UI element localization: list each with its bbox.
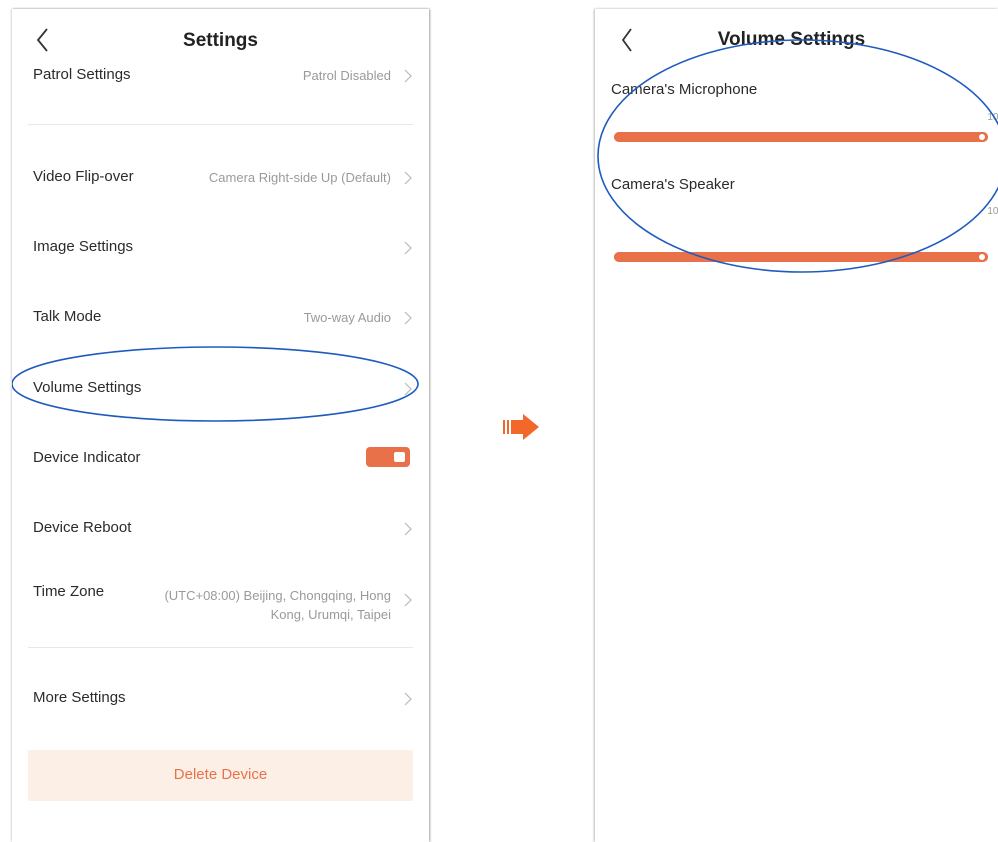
row-talk-mode[interactable]: Talk Mode Two-way Audio: [12, 297, 429, 337]
slider-fill: [614, 132, 988, 142]
delete-device-label: Delete Device: [173, 766, 268, 783]
chevron-right-icon: [404, 171, 412, 185]
row-device-indicator: Device Indicator: [12, 437, 429, 477]
chevron-right-icon: [404, 311, 412, 325]
microphone-volume-slider[interactable]: [614, 132, 988, 142]
row-label: Volume Settings: [33, 379, 142, 396]
chevron-right-icon: [404, 692, 412, 706]
chevron-right-icon: [404, 522, 412, 536]
chevron-right-icon: [404, 69, 412, 83]
chevron-right-icon: [404, 382, 412, 396]
slider-fill: [614, 252, 988, 262]
divider: [28, 124, 413, 125]
row-label: Device Reboot: [33, 519, 132, 536]
microphone-value: 100: [987, 112, 998, 123]
row-label: Talk Mode: [33, 308, 102, 325]
settings-screen: Settings Patrol Settings Patrol Disabled…: [12, 9, 429, 842]
chevron-right-icon: [404, 593, 412, 607]
row-label: More Settings: [33, 689, 126, 706]
arrow-right-icon: [503, 414, 539, 440]
row-value: Two-way Audio: [303, 310, 391, 325]
time-zone-value-line1: (UTC+08:00) Beijing, Chongqing, Hong: [164, 588, 391, 603]
row-label: Image Settings: [33, 238, 134, 255]
row-more-settings[interactable]: More Settings: [12, 677, 429, 717]
page-title: Volume Settings: [717, 29, 866, 50]
row-value: Patrol Disabled: [302, 68, 391, 83]
settings-navbar: Settings: [12, 9, 429, 69]
page-title: Settings: [183, 30, 258, 51]
row-label: Patrol Settings: [33, 66, 131, 83]
time-zone-value: (UTC+08:00) Beijing, Chongqing, Hong Kon…: [141, 586, 391, 624]
slider-thumb[interactable]: [979, 134, 985, 140]
delete-device-button[interactable]: Delete Device: [28, 750, 413, 801]
highlight-ellipse: [597, 39, 998, 273]
row-volume-settings[interactable]: Volume Settings: [12, 367, 429, 407]
speaker-volume-slider[interactable]: [614, 252, 988, 262]
row-video-flip-over[interactable]: Video Flip-over Camera Right-side Up (De…: [12, 157, 429, 197]
divider: [28, 647, 413, 648]
device-indicator-toggle[interactable]: [366, 447, 410, 467]
row-device-reboot[interactable]: Device Reboot: [12, 507, 429, 547]
toggle-knob: [394, 452, 405, 462]
chevron-right-icon: [404, 241, 412, 255]
row-label: Device Indicator: [33, 449, 141, 466]
speaker-label: Camera's Speaker: [611, 176, 735, 193]
row-value: Camera Right-side Up (Default): [208, 170, 391, 185]
microphone-label: Camera's Microphone: [611, 81, 758, 98]
row-image-settings[interactable]: Image Settings: [12, 227, 429, 267]
row-patrol-settings[interactable]: Patrol Settings Patrol Disabled: [12, 61, 429, 101]
time-zone-value-line2: Kong, Urumqi, Taipei: [270, 607, 391, 622]
row-label: Video Flip-over: [33, 168, 134, 185]
slider-thumb[interactable]: [979, 254, 985, 260]
speaker-value: 100: [987, 206, 998, 217]
row-label: Time Zone: [33, 583, 105, 600]
volume-settings-screen: Volume Settings Camera's Microphone 100 …: [595, 9, 998, 842]
volume-navbar: Volume Settings: [595, 9, 998, 69]
